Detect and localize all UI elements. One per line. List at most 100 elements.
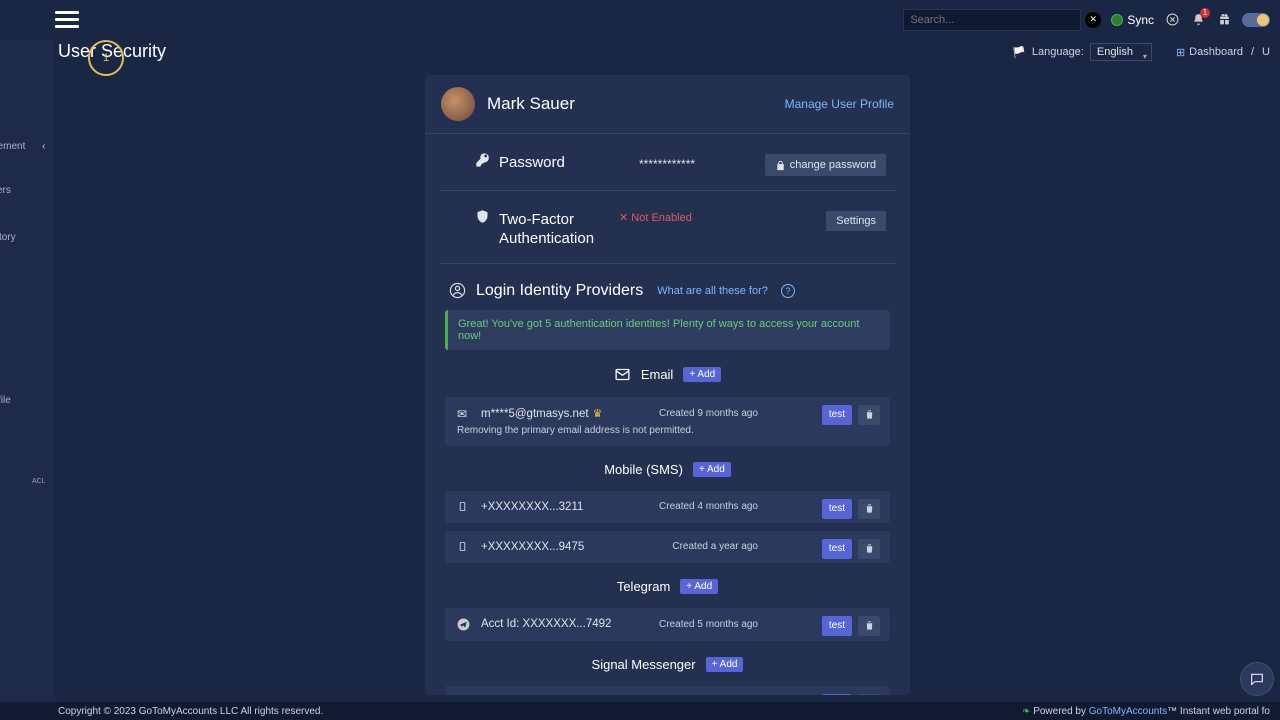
- sidebar-acl-label: ACL: [32, 478, 46, 485]
- gift-icon[interactable]: [1216, 12, 1232, 28]
- twofa-settings-button[interactable]: Settings: [826, 211, 886, 231]
- test-button[interactable]: test: [822, 616, 852, 636]
- search-container: ✕: [903, 9, 1101, 31]
- add-mobile-button[interactable]: + Add: [693, 462, 731, 477]
- add-signal-button[interactable]: + Add: [706, 657, 744, 672]
- twofa-row: Two-Factor Authentication ✕ Not Enabled …: [439, 191, 896, 264]
- user-name: Mark Sauer: [487, 94, 575, 114]
- delete-button[interactable]: [858, 616, 880, 636]
- content-area: Mark Sauer Manage User Profile Password …: [55, 70, 1280, 702]
- topbar: ✕ Sync 1: [0, 0, 1280, 39]
- breadcrumb: ⊞ Dashboard / U: [1176, 46, 1270, 59]
- phone-icon: [457, 501, 475, 512]
- notifications-icon[interactable]: 1: [1190, 12, 1206, 28]
- provider-mobile-title: Mobile (SMS): [604, 462, 683, 477]
- password-label: Password: [499, 154, 609, 171]
- search-clear-button[interactable]: ✕: [1085, 12, 1101, 28]
- test-button[interactable]: test: [822, 499, 852, 519]
- phone-icon: [457, 541, 475, 552]
- provider-telegram-title: Telegram: [617, 579, 670, 594]
- provider-signal-title: Signal Messenger: [592, 657, 696, 672]
- identity-row: +XXXXXXXX...3211 Created 4 months ago te…: [445, 491, 890, 523]
- envelope-icon: [614, 366, 631, 383]
- sync-label: Sync: [1127, 13, 1154, 27]
- footer-copyright: Copyright © 2023 GoToMyAccounts LLC All …: [58, 706, 323, 717]
- twofa-status: Not Enabled: [631, 212, 692, 224]
- password-row: Password ************ change password: [439, 134, 896, 191]
- hamburger-menu-button[interactable]: [55, 8, 79, 32]
- language-select[interactable]: English: [1090, 43, 1152, 61]
- provider-email-title: Email: [641, 367, 674, 382]
- change-password-button[interactable]: change password: [765, 154, 886, 176]
- manage-profile-link[interactable]: Manage User Profile: [785, 97, 894, 111]
- language-flag-icon: 🏳️: [1012, 46, 1026, 59]
- chat-fab[interactable]: [1240, 662, 1274, 696]
- theme-toggle[interactable]: [1242, 13, 1270, 27]
- identity-created: Created 9 months ago: [659, 408, 758, 419]
- help-icon[interactable]: ?: [781, 284, 795, 298]
- lip-success-banner: Great! You've got 5 authentication ident…: [445, 310, 890, 350]
- delete-button[interactable]: [858, 694, 880, 696]
- chevron-left-icon[interactable]: ‹: [42, 141, 45, 152]
- test-button[interactable]: test: [822, 405, 852, 425]
- provider-telegram: Telegram + Add Acct Id: XXXXXXX...7492 C…: [439, 573, 896, 641]
- password-mask: ************: [639, 157, 695, 171]
- sidebar-item[interactable]: gement: [0, 141, 25, 152]
- delete-button[interactable]: [858, 499, 880, 519]
- page-title: User Security: [58, 41, 166, 62]
- add-email-button[interactable]: + Add: [683, 367, 721, 382]
- identity-row: Acct Id: XXXXXXX...7492 Created 5 months…: [445, 608, 890, 641]
- provider-email: Email + Add ✉ m****5@gtmasys.net ♛ Creat…: [439, 360, 896, 446]
- sidebar-item[interactable]: ers: [0, 185, 11, 196]
- footer: Copyright © 2023 GoToMyAccounts LLC All …: [0, 702, 1280, 720]
- lip-help-link[interactable]: What are all these for?: [657, 285, 768, 297]
- delete-button[interactable]: [858, 539, 880, 559]
- key-icon: [475, 152, 493, 168]
- identity-row: ✉ m****5@gtmasys.net ♛ Created 9 months …: [445, 397, 890, 446]
- crumb-dashboard[interactable]: Dashboard: [1189, 46, 1243, 58]
- x-icon: ✕: [619, 212, 628, 224]
- sidebar: [0, 39, 55, 702]
- identity-created: Created 4 months ago: [659, 501, 758, 512]
- sidebar-item[interactable]: story: [0, 232, 16, 243]
- crown-icon: ♛: [593, 407, 603, 420]
- person-circle-icon: [449, 282, 466, 299]
- secondbar: 🏳️ Language: English ▾ ⊞ Dashboard / U: [0, 39, 1280, 65]
- footer-powered: ❧ Powered by GoToMyAccounts™ Instant web…: [1022, 706, 1270, 717]
- identity-value: +XXXXXXXX...9475: [481, 541, 584, 553]
- avatar: [441, 87, 475, 121]
- add-telegram-button[interactable]: + Add: [680, 579, 718, 594]
- leaf-icon: ❧: [1022, 706, 1030, 717]
- lip-title: Login Identity Providers: [476, 282, 643, 300]
- sync-status[interactable]: Sync: [1111, 13, 1154, 27]
- change-password-label: change password: [790, 159, 876, 171]
- dashboard-icon: ⊞: [1176, 46, 1185, 59]
- language-label: Language:: [1032, 46, 1084, 58]
- twofa-label: Two-Factor Authentication: [499, 211, 609, 249]
- search-input[interactable]: [903, 9, 1081, 31]
- footer-powered-link[interactable]: GoToMyAccounts: [1089, 706, 1167, 717]
- identity-value: Acct Id: XXXXXXX...7492: [481, 618, 611, 630]
- identity-created: Created 5 months ago: [659, 619, 758, 630]
- provider-mobile: Mobile (SMS) + Add +XXXXXXXX...3211 Crea…: [439, 456, 896, 563]
- identity-row: +XXXXXXXX...9475 Created 4 months ago te…: [445, 686, 890, 696]
- sync-dot-icon: [1111, 14, 1123, 26]
- user-security-card: Mark Sauer Manage User Profile Password …: [425, 75, 910, 695]
- notif-badge: 1: [1200, 8, 1210, 18]
- lock-icon: [775, 160, 786, 171]
- crumb-sep: /: [1251, 46, 1254, 58]
- sidebar-item[interactable]: file: [0, 395, 11, 406]
- test-button[interactable]: test: [822, 539, 852, 559]
- provider-signal: Signal Messenger + Add +XXXXXXXX...9475 …: [439, 651, 896, 696]
- delete-button[interactable]: [858, 405, 880, 425]
- telegram-icon: [457, 618, 475, 631]
- crumb-current: U: [1262, 46, 1270, 58]
- identity-created: Created a year ago: [672, 541, 758, 552]
- cancel-icon[interactable]: [1164, 12, 1180, 28]
- test-button[interactable]: test: [822, 694, 852, 696]
- identity-value: m****5@gtmasys.net: [481, 408, 589, 420]
- identity-note: Removing the primary email address is no…: [457, 425, 878, 436]
- envelope-icon: ✉: [457, 407, 475, 421]
- shield-icon: [475, 209, 493, 224]
- identity-row: +XXXXXXXX...9475 Created a year ago test: [445, 531, 890, 563]
